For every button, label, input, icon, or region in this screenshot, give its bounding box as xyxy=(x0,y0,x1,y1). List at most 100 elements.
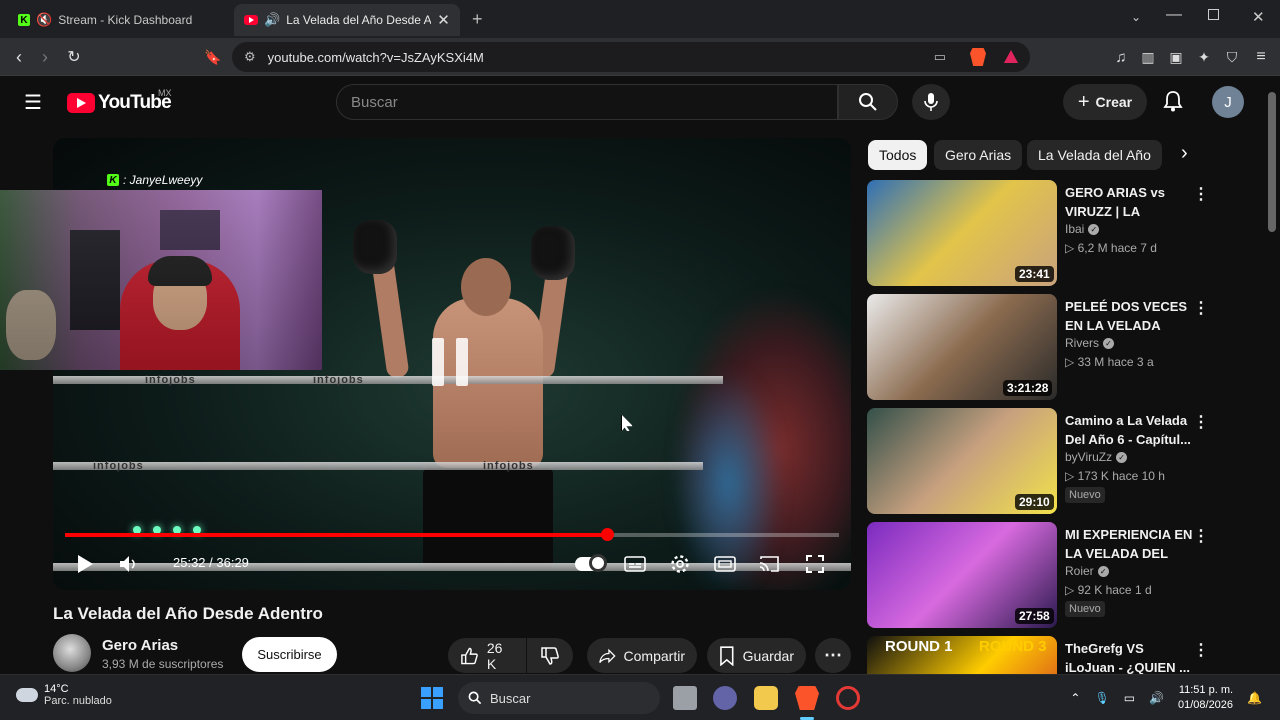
tab-kick-dashboard[interactable]: K 🔇 Stream - Kick Dashboard xyxy=(8,4,230,36)
more-vertical-icon[interactable]: ⋮ xyxy=(1193,412,1209,432)
volume-icon[interactable]: 🔊 xyxy=(1149,691,1164,705)
chip-gero-arias[interactable]: Gero Arias xyxy=(934,140,1023,170)
youtube-header: ☰ YouTube MX Buscar + Crear J xyxy=(0,76,1264,128)
chip-todos[interactable]: Todos xyxy=(868,140,928,170)
recommendation-item[interactable]: 27:58 MI EXPERIENCIA EN LA VELADA DEL AÑ… xyxy=(867,522,1227,630)
brave-shields-icon[interactable] xyxy=(970,48,986,66)
recommendation-item[interactable]: 23:41 GERO ARIAS vs VIRUZZ | LA VELAD...… xyxy=(867,180,1227,288)
scrubber-handle[interactable] xyxy=(601,528,614,541)
menu-icon[interactable]: ≡ xyxy=(1250,46,1272,68)
address-bar[interactable]: ⚙ youtube.com/watch?v=JsZAyKSXi4M ▭ xyxy=(232,42,1030,72)
channel-avatar[interactable] xyxy=(53,634,91,672)
save-button[interactable]: Guardar xyxy=(707,638,806,673)
brave-rewards-icon[interactable] xyxy=(1004,50,1018,63)
recommendation-title[interactable]: TheGrefg VS iLoJuan - ¿QUIEN ... xyxy=(1065,639,1193,674)
bookmark-icon xyxy=(720,645,734,666)
site-info-icon[interactable]: ⚙ xyxy=(244,49,256,65)
back-button[interactable]: ‹ xyxy=(8,46,30,68)
close-window-button[interactable]: ✕ xyxy=(1252,8,1265,26)
hamburger-menu-icon[interactable]: ☰ xyxy=(24,90,42,115)
microphone-icon[interactable]: 🎙 xyxy=(1094,691,1109,705)
more-actions-button[interactable]: ⋯ xyxy=(815,638,851,673)
account-avatar[interactable]: J xyxy=(1212,86,1244,118)
bookmark-icon[interactable]: 🔖 xyxy=(202,46,224,68)
recommendation-channel[interactable]: Roier ✓ xyxy=(1065,564,1109,578)
more-vertical-icon[interactable]: ⋮ xyxy=(1193,640,1209,660)
recommendation-title[interactable]: MI EXPERIENCIA EN LA VELADA DEL AÑ... xyxy=(1065,525,1193,563)
channel-name[interactable]: Gero Arias xyxy=(102,637,178,654)
autoplay-toggle[interactable] xyxy=(575,554,607,572)
voice-search-button[interactable] xyxy=(912,84,950,120)
pause-indicator-icon xyxy=(432,338,468,386)
forward-button[interactable]: › xyxy=(34,46,56,68)
like-button[interactable]: 26 K xyxy=(448,638,526,673)
fullscreen-button[interactable] xyxy=(803,553,827,575)
volume-button[interactable] xyxy=(117,553,141,575)
chips-next-chevron-icon[interactable]: › xyxy=(1181,142,1188,165)
music-queue-icon[interactable]: ♫ xyxy=(1110,46,1132,68)
notification-bell-icon[interactable]: 🔔 xyxy=(1247,691,1262,705)
duration-badge: 29:10 xyxy=(1015,494,1054,510)
youtube-logo[interactable]: YouTube xyxy=(67,92,172,114)
search-button[interactable] xyxy=(838,84,898,120)
file-explorer-icon[interactable] xyxy=(754,686,778,710)
create-label: Crear xyxy=(1095,94,1133,110)
recommendation-title[interactable]: GERO ARIAS vs VIRUZZ | LA VELAD... xyxy=(1065,183,1193,221)
task-view-icon[interactable] xyxy=(673,686,697,710)
share-button[interactable]: Compartir xyxy=(587,638,697,673)
recommendation-item[interactable]: ROUND 1 ROUND 3 TheGrefg VS iLoJuan - ¿Q… xyxy=(867,636,1227,674)
more-vertical-icon[interactable]: ⋮ xyxy=(1193,184,1209,204)
cast-button[interactable] xyxy=(757,553,781,575)
taskbar-search[interactable]: Buscar xyxy=(458,682,660,714)
subtitles-button[interactable] xyxy=(623,553,647,575)
cast-page-icon[interactable]: ▭ xyxy=(934,49,946,65)
dislike-button[interactable] xyxy=(527,638,573,673)
network-icon[interactable]: ▭ xyxy=(1124,691,1135,705)
mouse-cursor xyxy=(621,414,633,432)
more-vertical-icon[interactable]: ⋮ xyxy=(1193,526,1209,546)
windows-start-icon[interactable] xyxy=(421,687,443,709)
search-input[interactable]: Buscar xyxy=(336,84,838,120)
new-tab-button[interactable]: + xyxy=(472,9,483,30)
recommendation-channel[interactable]: Ibai ✓ xyxy=(1065,222,1100,236)
brave-browser-icon[interactable] xyxy=(795,686,819,710)
recommendation-item[interactable]: 3:21:28 PELEÉ DOS VECES EN LA VELADA DEL… xyxy=(867,294,1227,402)
microphone-icon xyxy=(924,93,938,111)
create-button[interactable]: + Crear xyxy=(1063,84,1147,120)
chip-la-velada[interactable]: La Velada del Año xyxy=(1027,140,1162,170)
video-thumbnail[interactable]: ROUND 1 ROUND 3 xyxy=(867,636,1057,674)
sidebar-icon[interactable]: ▥ xyxy=(1137,46,1159,68)
recommendation-channel[interactable]: Rivers ✓ xyxy=(1065,336,1115,350)
subscribe-button[interactable]: Suscribirse xyxy=(242,637,337,672)
close-icon[interactable]: ✕ xyxy=(437,11,450,29)
notifications-bell-icon[interactable] xyxy=(1163,90,1183,117)
scrollbar-thumb[interactable] xyxy=(1268,92,1276,232)
browser-tab-bar: K 🔇 Stream - Kick Dashboard 🔊 La Velada … xyxy=(0,0,1280,38)
clock[interactable]: 11:51 p. m. 01/08/2026 xyxy=(1178,683,1233,713)
settings-button[interactable] xyxy=(668,553,692,575)
chevron-up-icon[interactable]: ⌃ xyxy=(1070,691,1080,705)
more-vertical-icon[interactable]: ⋮ xyxy=(1193,298,1209,318)
theater-mode-button[interactable] xyxy=(713,553,737,575)
recommendation-title[interactable]: Camino a La Velada Del Año 6 - Capítul..… xyxy=(1065,411,1193,449)
ring-sponsor-text: infojobs xyxy=(93,460,144,472)
weather-widget[interactable]: 14°C Parc. nublado xyxy=(12,682,112,707)
tab-youtube-video[interactable]: 🔊 La Velada del Año Desde Adentro ✕ xyxy=(234,4,460,36)
tab-search-chevron-icon[interactable]: ⌄ xyxy=(1131,10,1141,24)
app-icon[interactable] xyxy=(836,686,860,710)
progress-bar[interactable] xyxy=(65,528,839,541)
recommendation-channel[interactable]: byViruZz ✓ xyxy=(1065,450,1128,464)
reload-button[interactable]: ↻ xyxy=(63,46,85,68)
play-button[interactable] xyxy=(73,553,97,575)
muted-speaker-icon[interactable]: 🔇 xyxy=(36,12,52,28)
teams-chat-icon[interactable] xyxy=(713,686,737,710)
minimize-button[interactable]: — xyxy=(1166,6,1182,24)
leo-ai-icon[interactable]: ✦ xyxy=(1193,46,1215,68)
recommendation-title[interactable]: PELEÉ DOS VECES EN LA VELADA DEL... xyxy=(1065,297,1193,335)
speaker-icon[interactable]: 🔊 xyxy=(264,12,280,28)
vpn-shield-icon[interactable]: ⛉ xyxy=(1221,46,1243,68)
maximize-button[interactable] xyxy=(1208,9,1219,20)
recommendation-item[interactable]: 29:10 Camino a La Velada Del Año 6 - Cap… xyxy=(867,408,1227,516)
recommendation-meta: ▷ 173 K hace 10 h xyxy=(1065,469,1165,483)
wallet-icon[interactable]: ▣ xyxy=(1165,46,1187,68)
